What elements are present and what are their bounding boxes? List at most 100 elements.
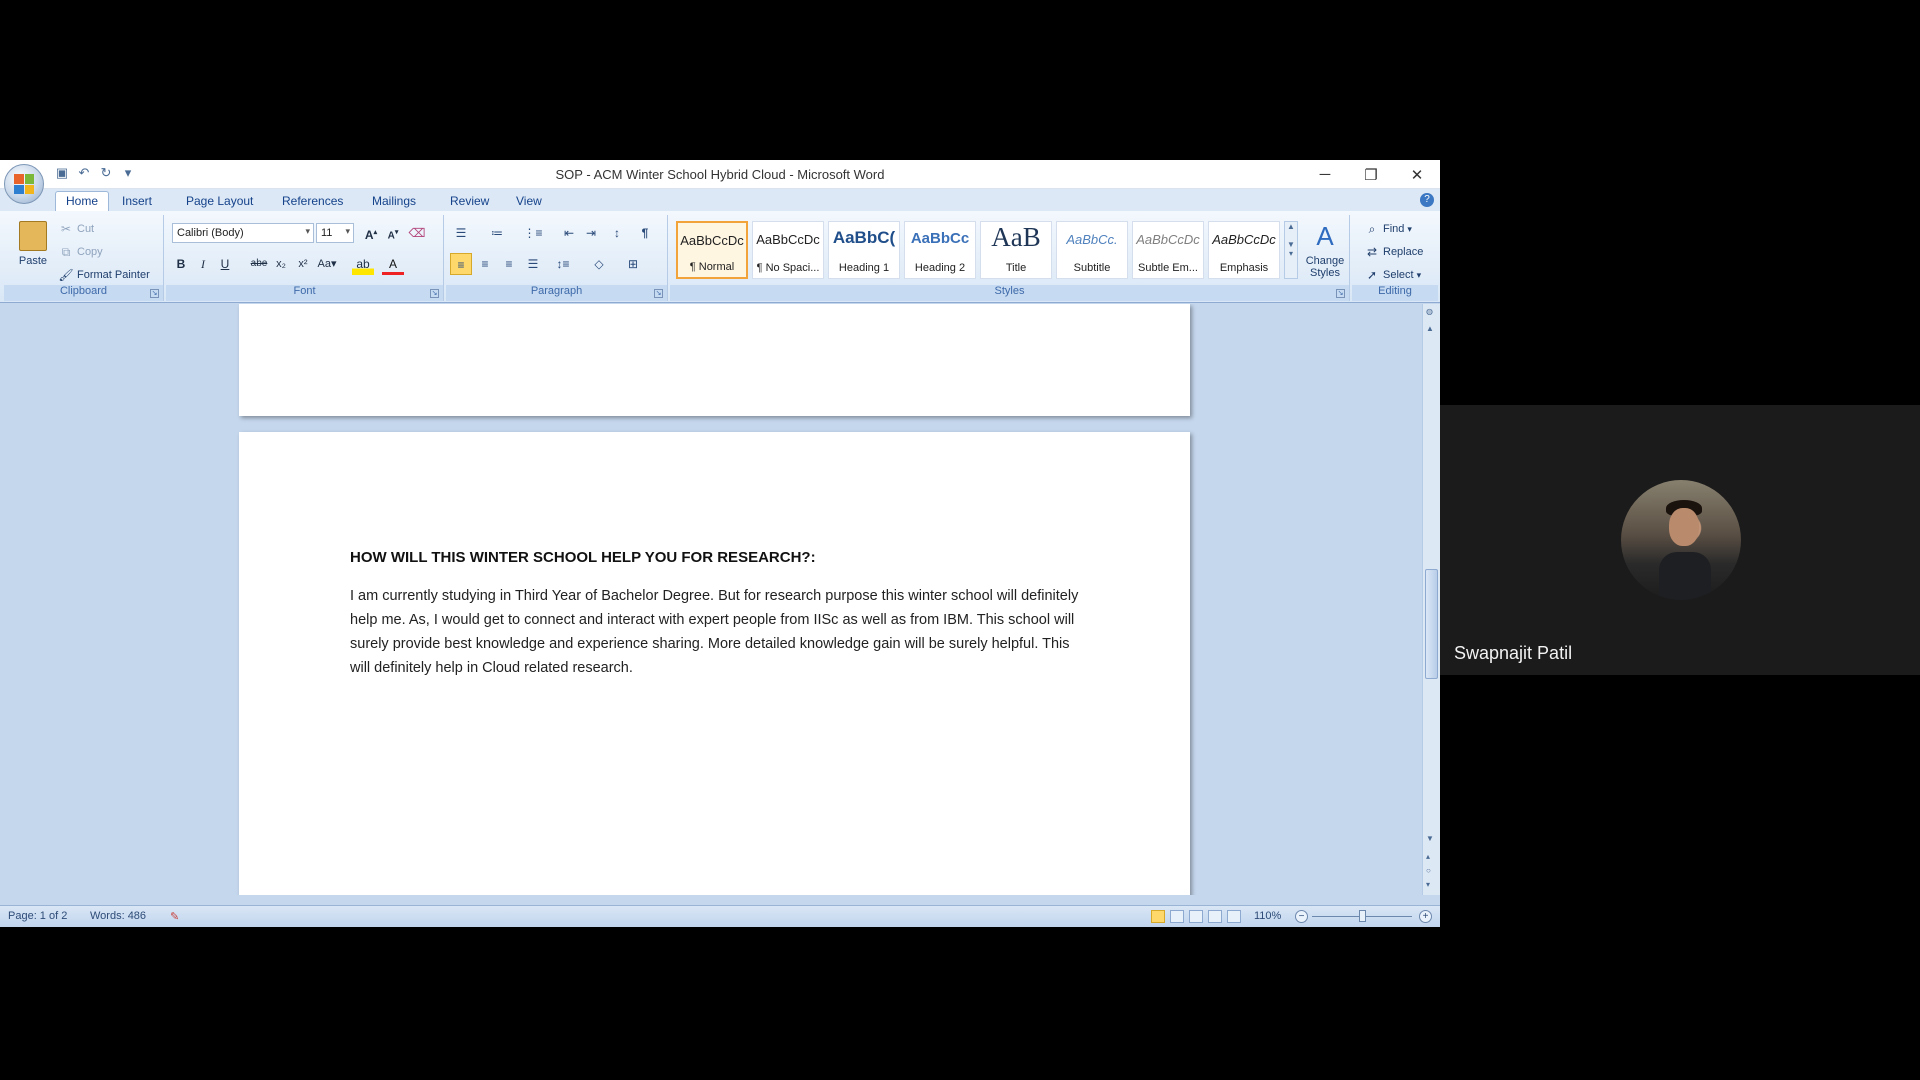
styles-dialog-launcher[interactable]: ↘: [1336, 289, 1345, 298]
tab-view[interactable]: View: [506, 192, 552, 211]
minimize-button[interactable]: ─: [1302, 160, 1348, 189]
close-button[interactable]: ✕: [1394, 160, 1440, 189]
style-preview: AaB: [991, 222, 1041, 252]
format-painter-button[interactable]: 🖌 Format Painter: [58, 267, 149, 283]
paste-button[interactable]: Paste: [10, 221, 56, 267]
page-count[interactable]: Page: 1 of 2: [8, 910, 67, 922]
style-no-spacing[interactable]: AaBbCcDc ¶ No Spaci...: [752, 221, 824, 279]
bold-icon[interactable]: B: [170, 253, 192, 275]
style-name: ¶ No Spaci...: [756, 262, 820, 274]
style-emphasis[interactable]: AaBbCcDc Emphasis: [1208, 221, 1280, 279]
next-page-icon[interactable]: ▾: [1426, 880, 1430, 889]
style-preview: AaBbCcDc: [1136, 232, 1200, 247]
show-formatting-marks-icon[interactable]: ¶: [634, 222, 656, 244]
bullets-icon[interactable]: ☰: [450, 222, 472, 244]
cut-button[interactable]: ✂ Cut: [58, 221, 94, 237]
select-browse-object-icon[interactable]: ○: [1426, 866, 1431, 875]
styles-gallery-scroll[interactable]: ▲ ▼ ▾: [1284, 221, 1298, 279]
style-name: ¶ Normal: [689, 261, 735, 273]
ribbon: Paste ✂ Cut ⧉ Copy 🖌 Format Painter Clip…: [0, 211, 1440, 303]
tab-home[interactable]: Home: [55, 191, 110, 211]
decrease-indent-icon[interactable]: ⇤: [558, 222, 580, 244]
shrink-font-icon[interactable]: A▾: [382, 222, 404, 244]
document-area: HOW WILL THIS WINTER SCHOOL HELP YOU FOR…: [0, 304, 1422, 895]
font-name-combo[interactable]: Calibri (Body) ▾: [172, 223, 314, 243]
print-layout-view-button[interactable]: [1151, 910, 1165, 923]
copy-button[interactable]: ⧉ Copy: [58, 244, 103, 260]
clear-formatting-icon[interactable]: ⌫: [406, 222, 428, 244]
clipboard-dialog-launcher[interactable]: ↘: [150, 289, 159, 298]
tab-mailings[interactable]: Mailings: [362, 192, 426, 211]
tab-review[interactable]: Review: [440, 192, 499, 211]
scroll-up-icon[interactable]: ▲: [1426, 324, 1434, 333]
zoom-in-icon[interactable]: +: [1419, 910, 1432, 923]
paragraph-group: ☰ ≔ ⋮≡ ⇤ ⇥ ↕ ¶ ≡ ≡ ≡ ☰ ↕≡ ◇ ⊞ Paragraph …: [446, 215, 668, 301]
tab-insert[interactable]: Insert: [112, 192, 162, 211]
change-case-icon[interactable]: Aa▾: [316, 253, 338, 275]
align-right-icon[interactable]: ≡: [498, 253, 520, 275]
draft-view-button[interactable]: [1227, 910, 1241, 923]
numbering-icon[interactable]: ≔: [486, 222, 508, 244]
style-subtitle[interactable]: AaBbCc. Subtitle: [1056, 221, 1128, 279]
style-heading-2[interactable]: AaBbCc Heading 2: [904, 221, 976, 279]
style-subtle-emphasis[interactable]: AaBbCcDc Subtle Em...: [1132, 221, 1204, 279]
align-center-icon[interactable]: ≡: [474, 253, 496, 275]
paragraph-dialog-launcher[interactable]: ↘: [654, 289, 663, 298]
grow-font-icon[interactable]: A▴: [360, 222, 382, 244]
justify-icon[interactable]: ☰: [522, 253, 544, 275]
restore-button[interactable]: ❐: [1348, 160, 1394, 189]
zoom-slider-thumb[interactable]: [1359, 910, 1366, 922]
styles-group: AaBbCcDc ¶ Normal AaBbCcDc ¶ No Spaci...…: [670, 215, 1350, 301]
tab-page-layout[interactable]: Page Layout: [176, 192, 263, 211]
font-size-combo[interactable]: 11 ▾: [316, 223, 354, 243]
scroll-down-icon[interactable]: ▼: [1426, 834, 1434, 843]
ruler-toggle-icon[interactable]: ◍: [1426, 307, 1433, 316]
italic-icon[interactable]: I: [192, 253, 214, 275]
sort-icon[interactable]: ↕: [606, 222, 628, 244]
subscript-icon[interactable]: x₂: [270, 253, 292, 275]
strikethrough-icon[interactable]: abe: [248, 253, 270, 275]
superscript-icon[interactable]: x²: [292, 253, 314, 275]
underline-icon[interactable]: U: [214, 253, 236, 275]
replace-button[interactable]: ⇄ Replace: [1364, 244, 1423, 260]
vertical-scrollbar[interactable]: ◍ ▲ ▼ ▴ ○ ▾: [1422, 304, 1440, 895]
find-label: Find: [1383, 223, 1405, 235]
body-paragraph[interactable]: I am currently studying in Third Year of…: [350, 584, 1080, 680]
outline-view-button[interactable]: [1208, 910, 1222, 923]
style-heading-1[interactable]: AaBbC( Heading 1: [828, 221, 900, 279]
copy-icon: ⧉: [61, 245, 71, 259]
select-button[interactable]: ➚ Select ▾: [1364, 267, 1421, 283]
increase-indent-icon[interactable]: ⇥: [580, 222, 602, 244]
borders-icon[interactable]: ⊞: [622, 253, 644, 275]
style-title[interactable]: AaB Title: [980, 221, 1052, 279]
line-spacing-icon[interactable]: ↕≡: [552, 253, 574, 275]
word-count[interactable]: Words: 486: [90, 910, 146, 922]
zoom-out-icon[interactable]: −: [1295, 910, 1308, 923]
section-heading[interactable]: HOW WILL THIS WINTER SCHOOL HELP YOU FOR…: [350, 549, 816, 566]
help-icon[interactable]: ?: [1420, 193, 1434, 207]
multilevel-list-icon[interactable]: ⋮≡: [522, 222, 544, 244]
change-styles-button[interactable]: A Change Styles: [1302, 221, 1348, 279]
align-left-icon[interactable]: ≡: [450, 253, 472, 275]
style-preview: AaBbCc: [910, 230, 970, 247]
previous-page-icon[interactable]: ▴: [1426, 852, 1430, 861]
shading-icon[interactable]: ◇: [588, 253, 610, 275]
font-color-icon[interactable]: A: [382, 253, 404, 275]
find-button[interactable]: ⌕ Find ▾: [1364, 221, 1412, 237]
font-dialog-launcher[interactable]: ↘: [430, 289, 439, 298]
proofing-icon[interactable]: ✎: [170, 910, 179, 923]
highlight-icon[interactable]: ab: [352, 253, 374, 275]
paragraph-group-label: Paragraph: [446, 285, 667, 301]
copy-label: Copy: [77, 246, 103, 258]
style-normal[interactable]: AaBbCcDc ¶ Normal: [676, 221, 748, 279]
zoom-level[interactable]: 110%: [1254, 910, 1281, 922]
tab-references[interactable]: References: [272, 192, 353, 211]
full-screen-reading-view-button[interactable]: [1170, 910, 1184, 923]
page-2[interactable]: HOW WILL THIS WINTER SCHOOL HELP YOU FOR…: [239, 432, 1190, 895]
page-1-bottom[interactable]: [239, 304, 1190, 416]
scroll-thumb[interactable]: [1425, 569, 1438, 679]
chevron-down-icon: ▾: [305, 226, 310, 236]
binoculars-icon: ⌕: [1368, 222, 1376, 236]
office-button[interactable]: [4, 164, 44, 204]
web-layout-view-button[interactable]: [1189, 910, 1203, 923]
